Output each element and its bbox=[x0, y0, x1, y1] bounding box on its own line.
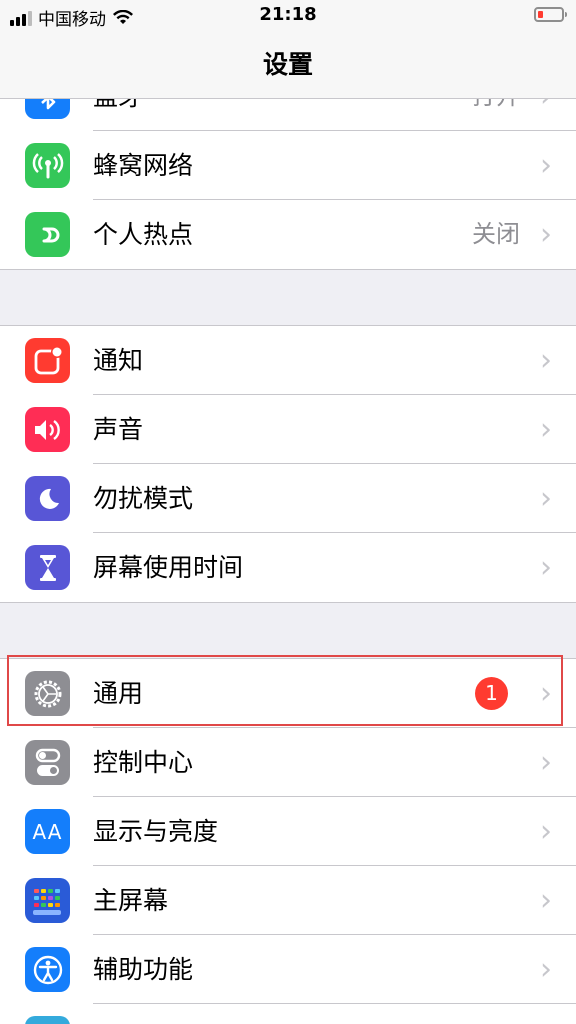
gear-icon bbox=[25, 671, 70, 716]
status-bar: 中国移动 21:18 bbox=[0, 0, 576, 32]
row-display-brightness[interactable]: AA 显示与亮度 › bbox=[0, 797, 576, 866]
moon-icon bbox=[25, 476, 70, 521]
notifications-icon bbox=[25, 338, 70, 383]
hotspot-icon bbox=[25, 212, 70, 257]
row-do-not-disturb[interactable]: 勿扰模式 › bbox=[0, 464, 576, 533]
row-label: 辅助功能 bbox=[93, 955, 194, 984]
navigation-bar: 设置 bbox=[0, 32, 576, 99]
battery-icon bbox=[534, 7, 567, 22]
aa-icon: AA bbox=[25, 809, 70, 854]
chevron-right-icon: › bbox=[540, 412, 552, 447]
chevron-right-icon: › bbox=[540, 481, 552, 516]
hourglass-icon bbox=[25, 545, 70, 590]
sound-icon bbox=[25, 407, 70, 452]
general-group: 通用 1 › 控制中心 › AA 显示与亮度 › 主屏幕 › 辅助功能 › bbox=[0, 658, 576, 1024]
toggles-icon bbox=[25, 740, 70, 785]
row-label: 个人热点 bbox=[93, 220, 194, 249]
chevron-right-icon: › bbox=[540, 745, 552, 780]
chevron-right-icon: › bbox=[540, 217, 552, 252]
aa-glyph: AA bbox=[32, 819, 63, 844]
row-label: 通用 bbox=[93, 679, 144, 708]
row-wallpaper-partial[interactable] bbox=[0, 1004, 576, 1024]
update-badge: 1 bbox=[475, 677, 508, 710]
cellular-icon bbox=[25, 143, 70, 188]
row-label: 屏幕使用时间 bbox=[93, 553, 244, 582]
chevron-right-icon: › bbox=[540, 883, 552, 918]
row-accessibility[interactable]: 辅助功能 › bbox=[0, 935, 576, 1004]
chevron-right-icon: › bbox=[540, 952, 552, 987]
chevron-right-icon: › bbox=[540, 343, 552, 378]
row-label: 声音 bbox=[93, 415, 144, 444]
notifications-group: 通知 › 声音 › 勿扰模式 › 屏幕使用时间 › bbox=[0, 325, 576, 603]
row-label: 主屏幕 bbox=[93, 886, 169, 915]
connectivity-group: 蓝牙 打开 › 蜂窝网络 › 个人热点 关闭 › bbox=[0, 99, 576, 270]
row-home-screen[interactable]: 主屏幕 › bbox=[0, 866, 576, 935]
row-value: 打开 bbox=[472, 99, 520, 131]
row-screen-time[interactable]: 屏幕使用时间 › bbox=[0, 533, 576, 602]
row-value: 关闭 bbox=[472, 220, 520, 248]
wallpaper-icon bbox=[25, 1016, 70, 1024]
row-label: 蜂窝网络 bbox=[93, 151, 194, 180]
row-general[interactable]: 通用 1 › bbox=[0, 659, 576, 728]
home-grid-icon bbox=[25, 878, 70, 923]
row-notifications[interactable]: 通知 › bbox=[0, 326, 576, 395]
chevron-right-icon: › bbox=[540, 550, 552, 585]
accessibility-icon bbox=[25, 947, 70, 992]
bluetooth-icon bbox=[25, 99, 70, 119]
row-label: 控制中心 bbox=[93, 748, 194, 777]
chevron-right-icon: › bbox=[540, 676, 552, 711]
row-label: 通知 bbox=[93, 346, 144, 375]
settings-list[interactable]: 蓝牙 打开 › 蜂窝网络 › 个人热点 关闭 › bbox=[0, 99, 576, 1024]
page-title: 设置 bbox=[262, 50, 313, 79]
row-label: 勿扰模式 bbox=[93, 484, 194, 513]
row-label: 显示与亮度 bbox=[93, 817, 219, 846]
row-bluetooth[interactable]: 蓝牙 打开 › bbox=[0, 99, 576, 131]
row-label: 蓝牙 bbox=[93, 99, 143, 131]
row-hotspot[interactable]: 个人热点 关闭 › bbox=[0, 200, 576, 269]
clock: 21:18 bbox=[259, 4, 317, 25]
chevron-right-icon: › bbox=[540, 814, 552, 849]
chevron-right-icon: › bbox=[540, 99, 552, 131]
chevron-right-icon: › bbox=[540, 148, 552, 183]
row-control-center[interactable]: 控制中心 › bbox=[0, 728, 576, 797]
row-sound[interactable]: 声音 › bbox=[0, 395, 576, 464]
row-cellular[interactable]: 蜂窝网络 › bbox=[0, 131, 576, 200]
